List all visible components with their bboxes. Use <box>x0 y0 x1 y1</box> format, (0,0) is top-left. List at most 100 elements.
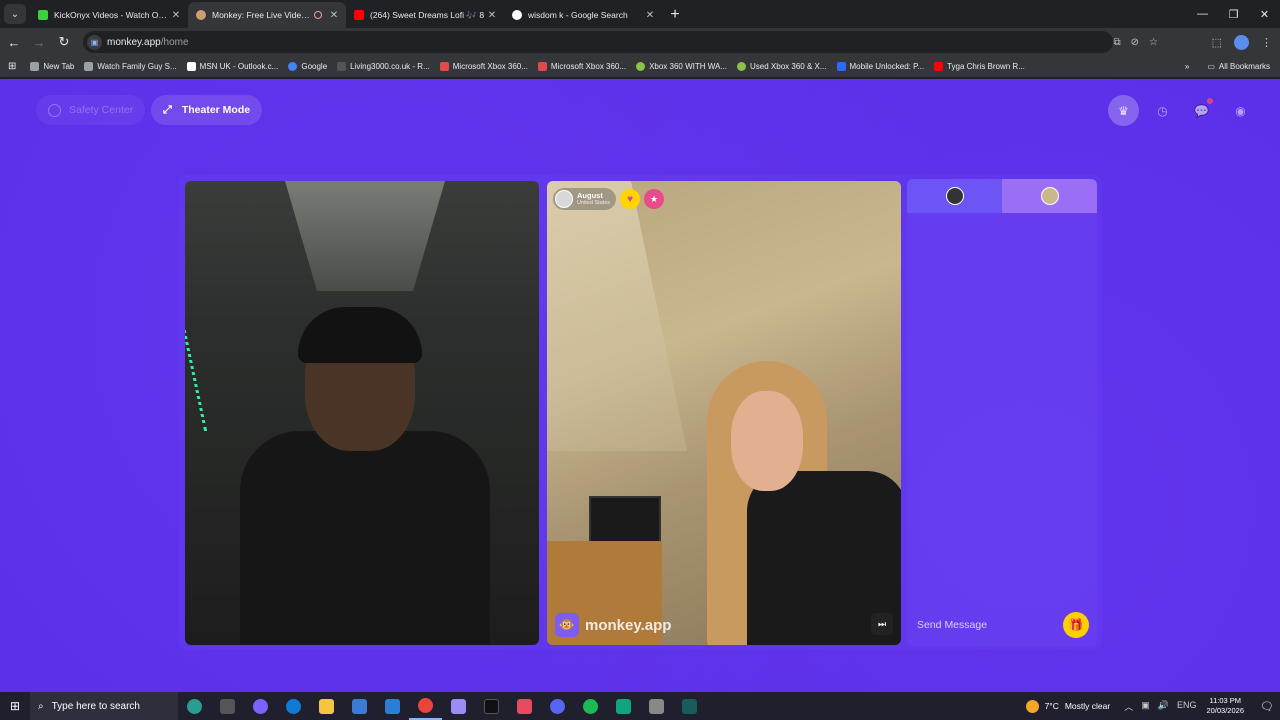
profile-icon[interactable]: ◉ <box>1225 95 1256 126</box>
bookmark-label: Used Xbox 360 & X... <box>750 62 827 71</box>
tiktok-icon[interactable] <box>475 692 508 720</box>
message-input[interactable] <box>917 619 1047 631</box>
partner-video: August United States ♥ ★ 🐵 monkey.app ⏭ <box>547 181 901 645</box>
taskbar-search[interactable]: ⌕ Type here to search <box>30 692 178 720</box>
network-icon[interactable]: ▣ <box>1141 700 1150 713</box>
minimize-icon[interactable]: — <box>1187 0 1218 28</box>
bookmark-item[interactable]: Google <box>288 62 327 71</box>
discord-icon[interactable] <box>541 692 574 720</box>
apps-icon[interactable]: ⊞ <box>8 61 16 72</box>
edge-icon[interactable] <box>178 692 211 720</box>
avatar <box>945 187 964 205</box>
bookmark-item[interactable]: Microsoft Xbox 360... <box>439 62 528 71</box>
skip-icon[interactable]: ⏭ <box>871 613 893 635</box>
search-placeholder: Type here to search <box>51 700 140 712</box>
safety-center-label: Safety Center <box>69 104 134 116</box>
bookmark-favicon <box>636 62 646 71</box>
safety-center-button[interactable]: Safety Center <box>36 95 146 125</box>
bookmark-item[interactable]: MSN UK - Outlook.c... <box>186 62 278 71</box>
file-explorer-icon[interactable] <box>310 692 343 720</box>
chat-tab-self[interactable] <box>907 179 1002 213</box>
bookmark-label: Living3000.co.uk - R... <box>350 62 430 71</box>
chrome-icon[interactable] <box>409 692 442 720</box>
room-ceiling <box>285 181 445 291</box>
bookmark-label: Microsoft Xbox 360... <box>550 62 627 71</box>
notification-icon[interactable]: 🗨 <box>1254 700 1280 713</box>
bookmark-item[interactable]: Living3000.co.uk - R... <box>337 62 430 71</box>
menu-icon[interactable]: ⋮ <box>1261 36 1272 49</box>
forward-icon[interactable]: → <box>28 31 50 53</box>
browser-tab[interactable]: KickOnyx Videos - Watch On-D ✕ <box>30 2 188 28</box>
back-icon[interactable]: ← <box>3 31 25 53</box>
crown-icon[interactable]: ♛ <box>1108 95 1139 126</box>
close-icon[interactable]: ✕ <box>644 10 656 21</box>
extensions-icon[interactable]: ⬚ <box>1212 36 1222 49</box>
tab-search-button[interactable]: ⌄ <box>4 4 26 24</box>
copilot-icon[interactable] <box>244 692 277 720</box>
app-green-icon[interactable] <box>607 692 640 720</box>
all-bookmarks-label: All Bookmarks <box>1218 62 1270 71</box>
cast-icon[interactable]: ⧉ <box>1114 37 1121 48</box>
taskview-icon[interactable] <box>211 692 244 720</box>
profile-avatar[interactable] <box>1234 34 1249 50</box>
bookmark-item[interactable]: Watch Family Guy S... <box>84 62 177 71</box>
history-icon[interactable]: ◷ <box>1147 95 1178 126</box>
bookmark-label: Xbox 360 WITH WA... <box>649 62 728 71</box>
new-tab-button[interactable]: + <box>662 6 688 28</box>
bookmark-item[interactable]: Tyga Chris Brown R... <box>934 62 1025 71</box>
volume-icon[interactable]: 🔊 <box>1158 700 1169 713</box>
address-bar[interactable]: ▣ monkey.app/home <box>83 31 1113 53</box>
bookmark-favicon <box>337 62 347 71</box>
bookmark-item[interactable]: Used Xbox 360 & X... <box>737 62 827 71</box>
store-icon[interactable] <box>343 692 376 720</box>
theater-mode-button[interactable]: ⤢ Theater Mode <box>151 95 263 125</box>
browser-tab[interactable]: (264) Sweet Dreams Lofi 🎶 8 ✕ <box>346 2 504 28</box>
eye-off-icon[interactable]: ⊘ <box>1131 37 1139 48</box>
chat-panel: 🎁 <box>907 179 1097 646</box>
edge-browser-icon[interactable] <box>277 692 310 720</box>
chat-tab-partner[interactable] <box>1002 179 1097 213</box>
bookmark-favicon <box>934 62 944 71</box>
bookmark-item[interactable]: Microsoft Xbox 360... <box>537 62 627 71</box>
address-bar-actions: ⧉ ⊘ ☆ <box>1114 37 1159 48</box>
bookmark-item[interactable]: Mobile Unlocked: P... <box>836 62 924 71</box>
all-bookmarks-button[interactable]: » ▭ All Bookmarks <box>1185 62 1270 71</box>
weather-desc: Mostly clear <box>1064 701 1111 711</box>
clock[interactable]: 11:03 PM 20/03/2026 <box>1206 696 1244 716</box>
close-icon[interactable]: ✕ <box>486 10 498 21</box>
close-icon[interactable]: ✕ <box>328 10 340 21</box>
close-window-icon[interactable]: ✕ <box>1249 0 1280 28</box>
reload-icon[interactable]: ↻ <box>53 31 75 53</box>
app-icon[interactable] <box>442 692 475 720</box>
weather-widget[interactable]: 7°C Mostly clear <box>1025 699 1111 713</box>
bookmark-label: Microsoft Xbox 360... <box>452 62 528 71</box>
gift-icon[interactable]: 🎁 <box>1063 612 1089 638</box>
folder-icon: ▭ <box>1207 62 1215 71</box>
star-icon[interactable]: ☆ <box>1149 37 1158 48</box>
browser-tab[interactable]: wisdom k - Google Search ✕ <box>504 2 662 28</box>
badge-icon[interactable]: ★ <box>644 189 665 209</box>
app-red-icon[interactable] <box>508 692 541 720</box>
partner-chip[interactable]: August United States <box>553 188 617 210</box>
language-indicator[interactable]: ENG <box>1177 700 1197 713</box>
app-gray-icon[interactable] <box>640 692 673 720</box>
chevron-right-icon[interactable]: » <box>1185 62 1189 71</box>
video-chat-stage: August United States ♥ ★ 🐵 monkey.app ⏭ … <box>178 175 1102 650</box>
windows-start-icon[interactable]: ⊞ <box>0 692 30 720</box>
messages-icon[interactable]: 💬 <box>1186 95 1217 126</box>
monkey-app-page: Safety Center ⤢ Theater Mode ♛ ◷ 💬 ◉ Aug… <box>0 79 1280 692</box>
bookmark-favicon <box>737 62 747 71</box>
site-info-icon[interactable]: ▣ <box>87 34 102 50</box>
browser-tab-active[interactable]: Monkey: Free Live Video Ch ✕ <box>188 2 346 28</box>
heart-icon[interactable]: ♥ <box>620 189 641 209</box>
bookmark-item[interactable]: New Tab <box>30 62 74 71</box>
bookmark-item[interactable]: Xbox 360 WITH WA... <box>636 62 727 71</box>
mail-icon[interactable] <box>376 692 409 720</box>
chevron-up-icon[interactable]: ︿ <box>1124 700 1133 713</box>
clock-date: 20/03/2026 <box>1206 706 1244 715</box>
restore-icon[interactable]: ❐ <box>1218 0 1249 28</box>
app-teal-icon[interactable] <box>673 692 706 720</box>
spotify-icon[interactable] <box>574 692 607 720</box>
close-icon[interactable]: ✕ <box>170 10 182 21</box>
system-tray: 7°C Mostly clear ︿ ▣ 🔊 ENG 11:03 PM 20/0… <box>1025 692 1280 720</box>
